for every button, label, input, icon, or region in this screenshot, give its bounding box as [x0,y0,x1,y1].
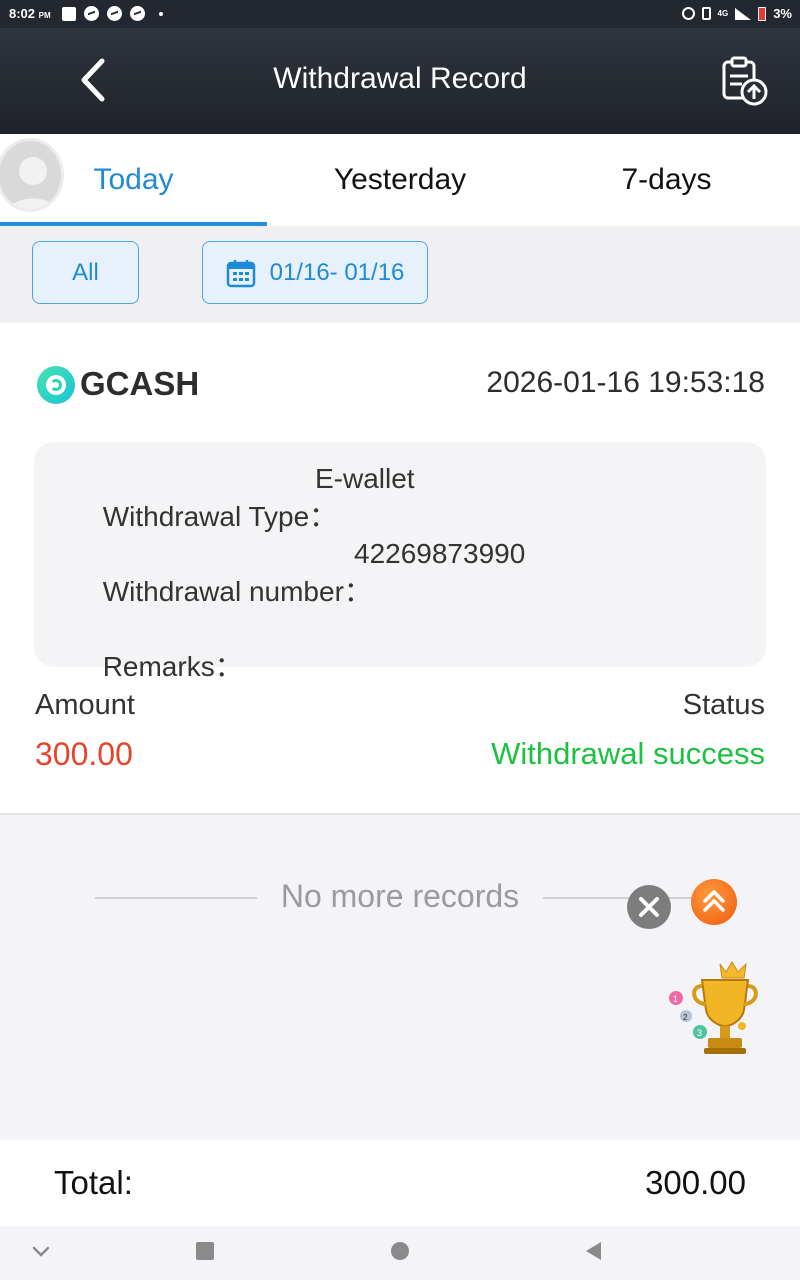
leaderboard-trophy-button[interactable]: 1 2 3 [664,958,760,1058]
total-bar: Total: 300.00 [0,1140,800,1226]
svg-text:1: 1 [673,994,678,1004]
alarm-icon [681,7,695,20]
amount-label: Amount [35,689,135,721]
vibrate-icon [701,7,711,20]
system-status-icons: 4G 3% [681,6,792,21]
calendar-icon [226,259,255,287]
messenger-notification-icon [130,6,145,21]
status-value: Withdrawal success [491,736,765,771]
record-details: Withdrawal Type： E-wallet Withdrawal num… [34,442,766,682]
notification-icons [62,6,163,21]
filter-all-button[interactable]: All [32,241,139,304]
gallery-notification-icon [62,6,76,21]
double-chevron-up-icon [703,890,725,912]
amount-value: 300.00 [35,736,133,772]
date-range-button[interactable]: 01/16- 01/16 [202,241,428,304]
system-navigation-bar [0,1226,800,1280]
recents-square-icon[interactable] [194,1240,216,1262]
messenger-notification-icon [84,6,99,21]
battery-percent: 3% [773,6,792,21]
home-circle-icon[interactable] [389,1240,411,1262]
close-floating-button[interactable] [627,885,671,929]
date-range-text: 01/16- 01/16 [269,258,405,286]
tab-7-days[interactable]: 7-days [533,134,800,226]
filter-bar: All 01/16- 01/16 [0,226,800,322]
provider-name: GCASH [80,365,200,402]
network-type: 4G [717,9,729,18]
battery-icon [758,6,767,21]
remarks-row: Remarks： [56,613,243,749]
status-label: Status [682,689,765,721]
svg-text:2: 2 [683,1013,688,1022]
chevron-down-icon[interactable] [30,1240,52,1262]
page-title: Withdrawal Record [273,62,527,95]
withdrawal-record-card[interactable]: GCASH 2026-01-16 19:53:18 Withdrawal Typ… [0,323,800,815]
scroll-to-top-button[interactable] [691,879,737,925]
status-bar: 8:02 PM 4G 3% [0,0,800,28]
clipboard-upload-button[interactable] [716,54,772,110]
tab-yesterday[interactable]: Yesterday [267,134,533,226]
svg-text:3: 3 [697,1028,702,1038]
close-icon [639,897,659,917]
withdrawal-number-value: 42269873990 [354,538,526,569]
total-value: 300.00 [645,1164,746,1201]
total-label: Total: [54,1164,133,1201]
record-datetime: 2026-01-16 19:53:18 [486,366,765,399]
withdrawal-type-value: E-wallet [315,463,415,494]
back-triangle-icon[interactable] [583,1240,605,1262]
clipboard-upload-icon [722,56,768,106]
more-notifications-icon [159,11,163,16]
app-header: Withdrawal Record [0,28,800,134]
status-time: 8:02 PM [9,6,51,21]
remarks-label: Remarks： [102,651,243,682]
date-tabs: Today Yesterday 7-days [0,134,800,226]
divider-right [543,897,703,899]
signal-icon [735,7,752,20]
gcash-logo-icon [37,366,75,404]
trophy-icon: 1 2 3 [669,961,758,1054]
withdrawal-number-label: Withdrawal number： [102,576,372,607]
messenger-notification-icon [107,6,122,21]
withdrawal-type-label: Withdrawal Type： [102,501,338,532]
